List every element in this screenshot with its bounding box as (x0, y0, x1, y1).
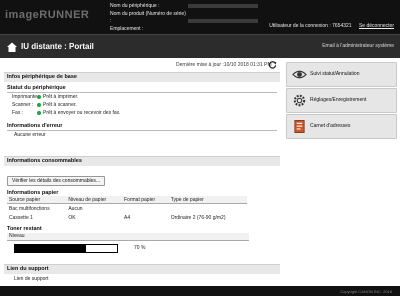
column-header: Format papier (122, 196, 169, 204)
login-info: Utilisateur de la connexion : 7654321 Se… (269, 23, 394, 29)
support-link[interactable]: Lien de support (14, 276, 280, 282)
status-monitor-label: Suivi statut/Annulation (310, 71, 360, 77)
settings-button[interactable]: Réglages/Enregistrement (286, 88, 397, 113)
table-cell: Aucun (68, 205, 83, 212)
device-name-label: Nom du périphérique : (110, 3, 160, 9)
product-name-label: Nom du produit (Numéro de série) : (110, 10, 186, 25)
column-header: Type de papier (168, 196, 247, 204)
table-cell (169, 204, 247, 214)
table-cell: Bac multifonctions (9, 205, 50, 212)
paper-table: Source papier Niveau de papier Format pa… (7, 196, 247, 222)
status-value: Prêt à scanner. (43, 102, 77, 108)
address-book-icon (294, 120, 305, 133)
status-row-fax: Fax : Prêt à envoyer ou recevoir des fax… (4, 109, 280, 117)
device-name-redacted (188, 3, 258, 8)
error-info-heading: Informations d'erreur (7, 123, 63, 129)
copyright-text: Copyright CANON INC. 2018 (340, 289, 392, 294)
status-label: Fax : (12, 110, 24, 116)
consumables-panel: Informations consommables Vérifier les d… (4, 156, 280, 255)
status-label: Imprimante : (12, 94, 40, 100)
admin-email-link[interactable]: Email à l'administrateur système (322, 43, 394, 49)
status-monitor-icon (292, 70, 307, 79)
footer: Copyright CANON INC. 2018 (0, 286, 400, 296)
status-ok-icon (37, 94, 41, 99)
toner-level-fill (15, 245, 87, 252)
settings-label: Réglages/Enregistrement (310, 97, 367, 103)
device-meta: Nom du périphérique : Nom du produit (Nu… (110, 3, 258, 33)
toner-row: 70 % (4, 241, 280, 255)
status-value: Prêt à envoyer ou recevoir des fax. (43, 110, 121, 116)
error-row: Aucune erreur (4, 131, 280, 139)
support-heading: Lien du support (4, 264, 280, 274)
status-ok-icon (37, 102, 41, 107)
brand-logo: imageRUNNER (5, 9, 90, 21)
status-monitor-button[interactable]: Suivi statut/Annulation (286, 62, 397, 87)
title-bar: IU distante : Portail Email à l'administ… (0, 34, 400, 59)
location-label: Emplacement : (110, 25, 144, 32)
status-row-scanner: Scanner : Prêt à scanner. (4, 101, 280, 109)
toner-column-header: Niveau (7, 233, 249, 241)
check-consumables-button[interactable]: Vérifier les détails des consommables... (7, 176, 106, 186)
page-title: IU distante : Portail (21, 42, 94, 51)
header-bar: imageRUNNER Nom du périphérique : Nom du… (0, 0, 400, 34)
toner-percent: 70 % (134, 245, 146, 251)
logout-link[interactable]: Se déconnecter (359, 23, 394, 29)
device-info-heading: Infos périphérique de base (4, 72, 280, 82)
device-info-panel: Infos périphérique de base Statut du pér… (4, 72, 280, 139)
address-book-button[interactable]: Carnet d'adresses (286, 114, 397, 139)
table-cell: A4 (124, 214, 131, 221)
status-row-printer: Imprimante : Prêt à imprimer. (4, 93, 280, 101)
device-status-heading: Statut du périphérique (7, 85, 66, 91)
table-cell: Ordinaire 2 (76-90 g/m2) (170, 214, 226, 221)
paper-table-header: Source papier Niveau de papier Format pa… (7, 196, 247, 204)
product-name-redacted (188, 18, 258, 23)
home-icon[interactable] (6, 41, 18, 53)
table-row: Bac multifonctions Aucun (7, 204, 247, 214)
main-content: Dernière mise à jour :10/10 2018 01:31 P… (0, 58, 400, 286)
table-cell (122, 204, 169, 214)
last-updated: Dernière mise à jour :10/10 2018 01:31 P… (176, 62, 272, 68)
refresh-icon[interactable] (268, 60, 277, 69)
status-label: Scanner : (12, 102, 34, 108)
toner-heading: Toner restant (7, 226, 42, 232)
status-value: Prêt à imprimer. (43, 94, 79, 100)
toner-level-bar (14, 244, 118, 253)
error-value: Aucune erreur (14, 132, 46, 138)
app-window: imageRUNNER Nom du périphérique : Nom du… (0, 0, 400, 296)
settings-icon (293, 94, 306, 107)
status-ok-icon (37, 110, 41, 115)
column-header: Source papier (7, 196, 67, 204)
address-book-label: Carnet d'adresses (310, 123, 351, 129)
table-cell: Cassette 1 (9, 214, 33, 221)
consumables-heading: Informations consommables (4, 156, 280, 166)
support-panel: Lien du support Lien de support (4, 264, 280, 282)
login-user: Utilisateur de la connexion : 7654321 (269, 23, 352, 29)
table-row: Cassette 1 OK A4 Ordinaire 2 (76-90 g/m2… (7, 213, 247, 222)
column-header: Niveau de papier (66, 196, 122, 204)
table-cell: OK (68, 214, 76, 221)
